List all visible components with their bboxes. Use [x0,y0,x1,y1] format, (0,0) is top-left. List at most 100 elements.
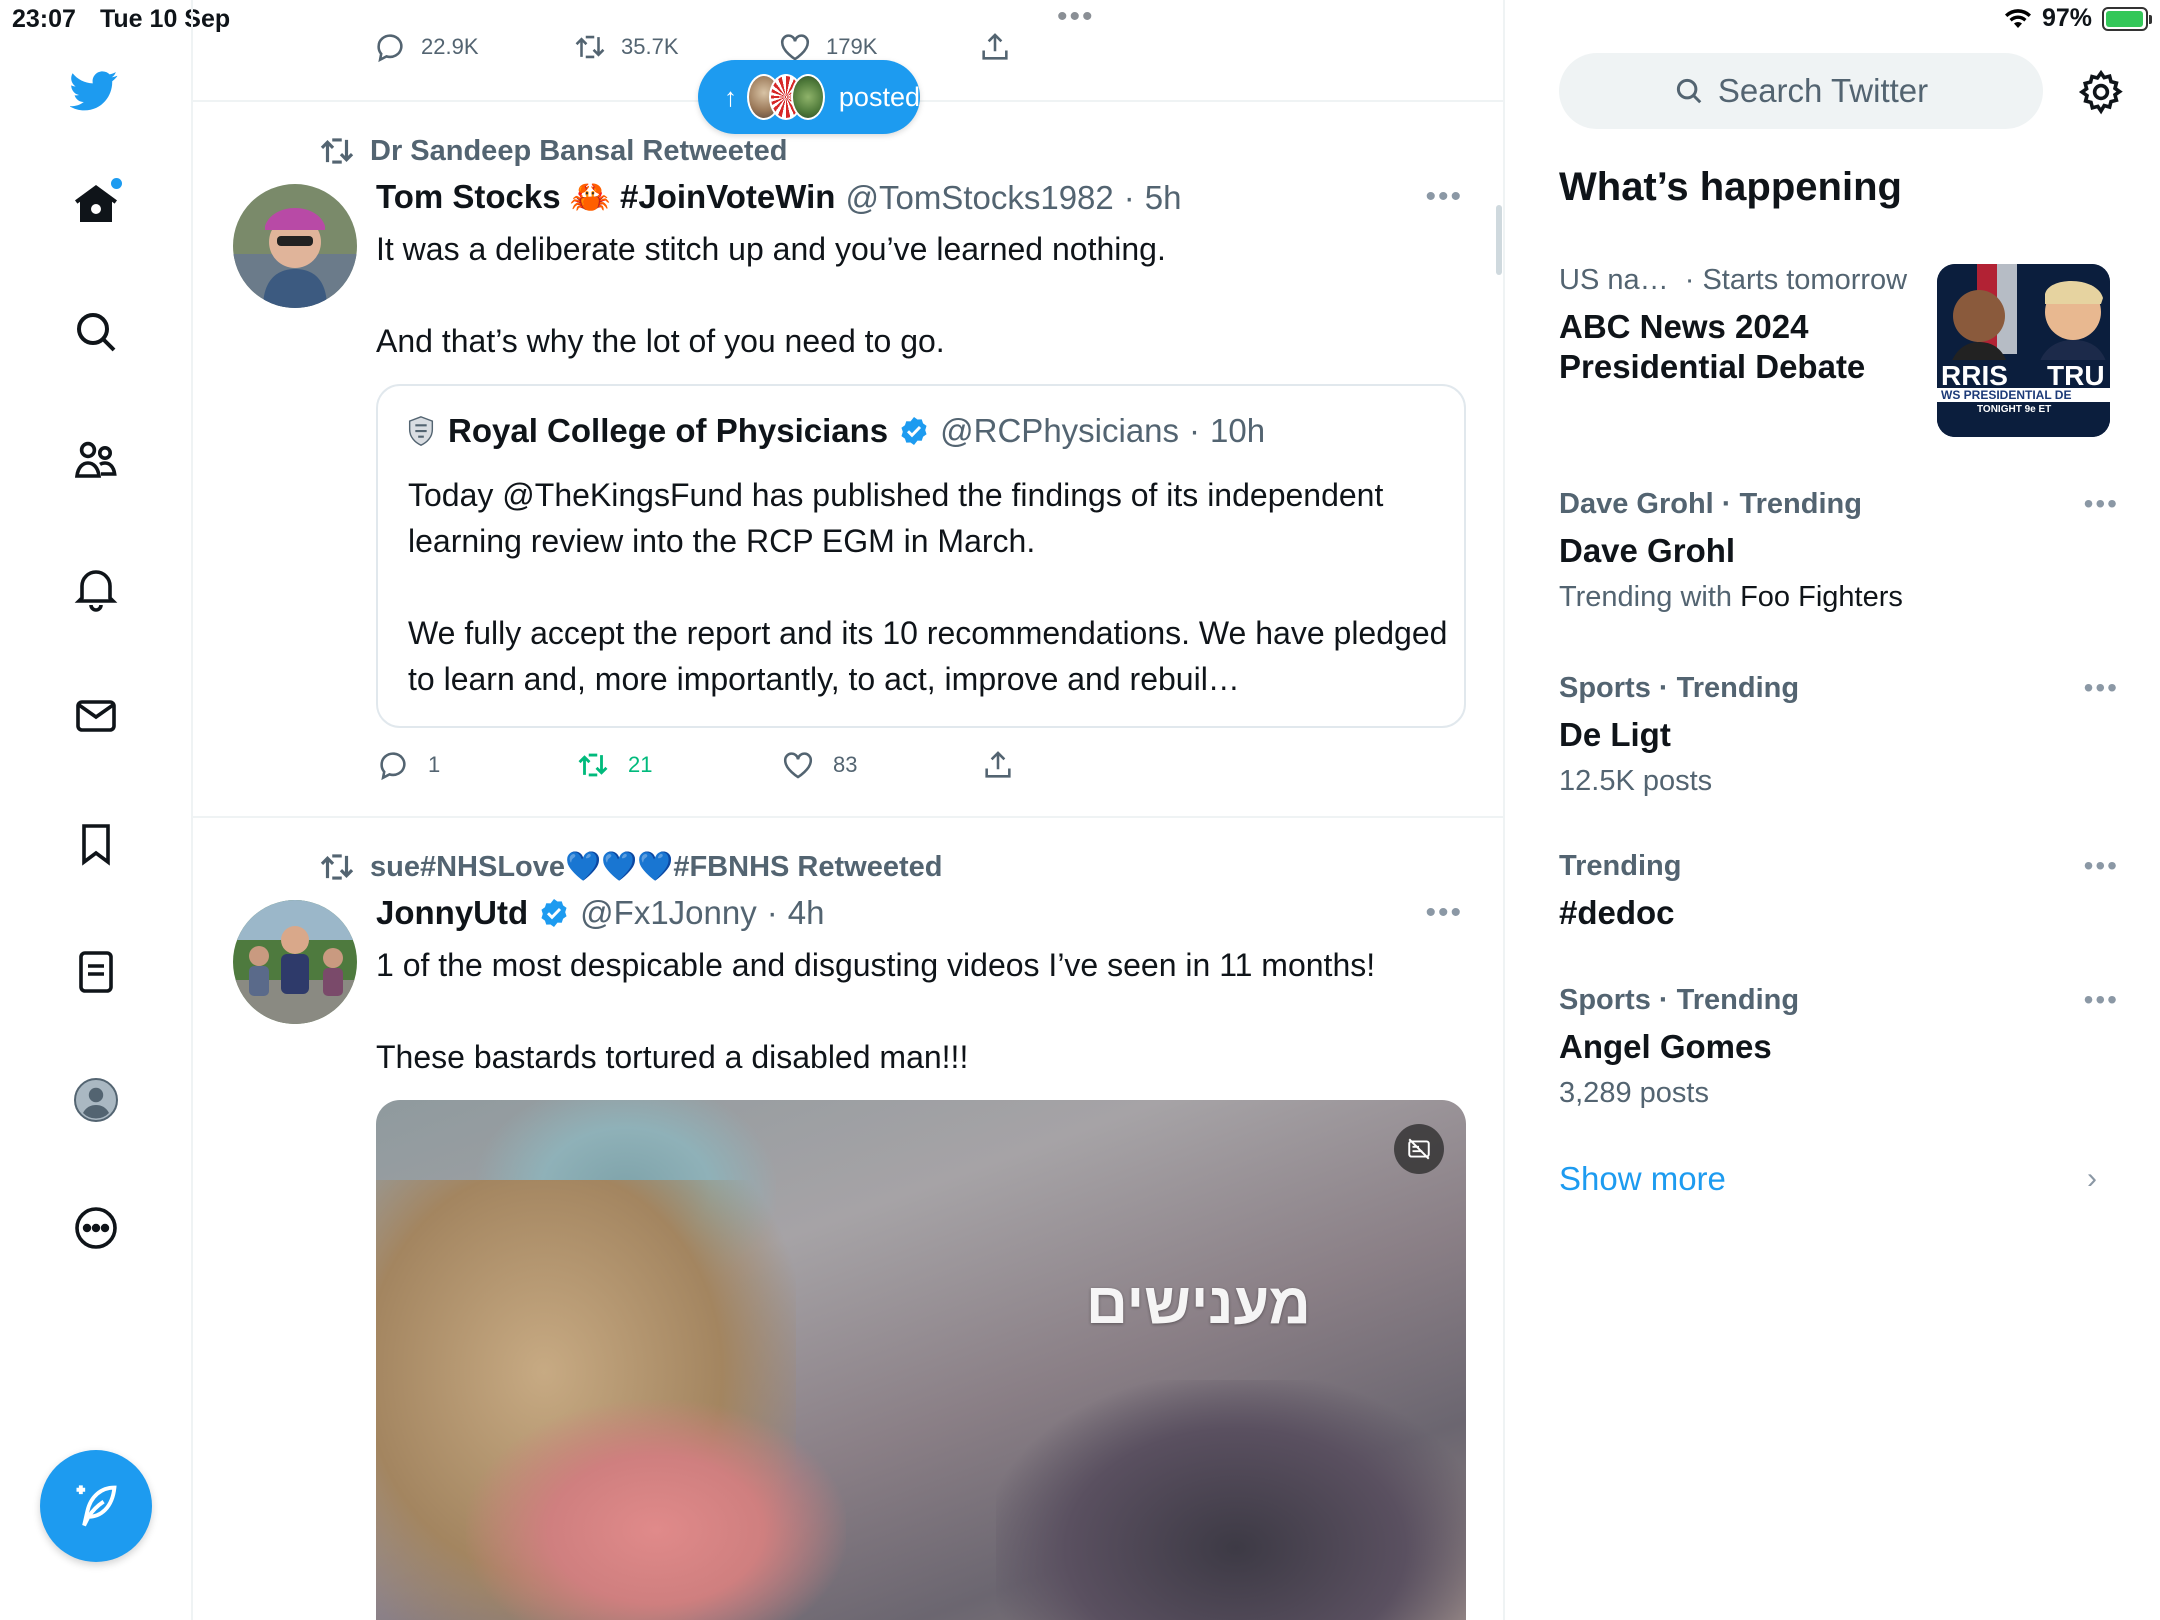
trend-title: #dedoc [1559,894,1675,931]
communities-icon[interactable] [68,432,124,488]
compose-feather-icon [76,1485,117,1527]
tweet-more-icon[interactable]: ••• [1425,896,1463,930]
new-posts-label: posted [838,81,920,112]
tweet-video[interactable]: מענישים [376,1100,1466,1620]
reply-icon [377,34,403,63]
verified-badge-icon [541,899,567,927]
trend-more-icon[interactable]: ••• [2084,850,2119,882]
quoted-tweet[interactable]: Royal College of Physicians @RCPhysician… [376,384,1466,728]
tweet-time[interactable]: 4h [788,894,825,932]
retweet-icon [578,753,608,777]
trend-meta: US na… [1559,264,1669,296]
trend-item[interactable]: Dave Grohl · Trending Dave Grohl Trendin… [1559,488,2119,614]
tweet-time[interactable]: 5h [1145,179,1182,217]
scrollbar-thumb[interactable] [1496,205,1502,275]
thumb-time-text: TONIGHT 9e ET [1977,404,2051,415]
bookmarks-icon[interactable] [68,816,124,872]
trend-thumbnail[interactable]: RRIS TRU WS PRESIDENTIAL DE TONIGHT 9e E… [1937,264,2110,437]
trend-more-icon[interactable]: ••• [2084,672,2119,704]
quote-time: 10h [1210,412,1266,449]
left-navigation [0,0,193,1620]
settings-gear-icon[interactable] [2077,68,2125,116]
trend-item[interactable]: Sports · Trending De Ligt 12.5K posts ••… [1559,672,2119,798]
thumb-banner-text: WS PRESIDENTIAL DE [1941,388,2071,402]
retweet-icon [575,35,605,59]
retweet-count: 21 [628,752,653,777]
twitter-bird-icon[interactable] [66,62,122,118]
search-input[interactable]: Search Twitter [1559,53,2043,129]
home-notification-dot [111,178,122,189]
explore-search-icon[interactable] [68,304,124,360]
reply-button[interactable]: 1 [376,748,576,782]
thumb-text-right: TRU [2047,360,2105,391]
prev-tweet-actions: 22.9K 35.7K 179K [373,30,1012,64]
trend-item[interactable]: Trending #dedoc ••• [1559,850,2119,933]
share-button[interactable] [978,30,1012,64]
search-icon [1676,78,1702,104]
video-settings-icon[interactable] [1394,1124,1444,1174]
trend-meta: Trending [1559,850,1682,882]
trend-item[interactable]: Sports · Trending Angel Gomes 3,289 post… [1559,984,2119,1110]
trend-posts-count: 3,289 posts [1559,1077,1709,1109]
retweet-icon [320,854,354,880]
whats-happening-title: What’s happening [1559,165,1902,209]
trend-item[interactable]: US na… · Starts tomorrow ABC News 2024 P… [1559,264,1939,387]
home-icon[interactable] [68,176,124,232]
trend-more-icon[interactable]: ••• [2084,488,2119,520]
author-handle[interactable]: @TomStocks1982 [845,179,1113,217]
notifications-bell-icon[interactable] [68,560,124,616]
quote-author-handle: @RCPhysicians [940,412,1180,449]
retweet-button[interactable]: 21 [576,748,781,782]
thumb-text-left: RRIS [1941,360,2008,391]
like-button[interactable]: 179K [778,30,978,64]
trend-title: Dave Grohl [1559,532,1736,569]
trend-meta-time: · Starts tomorrow [1684,264,1908,296]
tweet-more-icon[interactable]: ••• [1425,180,1463,214]
share-icon [982,33,1008,60]
quote-author-name: Royal College of Physicians [448,412,889,449]
share-button[interactable] [981,748,1015,782]
verified-badge-icon [901,417,927,445]
avatar[interactable] [233,184,357,308]
tweet[interactable]: sue#NHSLove💙💙💙#FBNHS Retweeted JonnyUtd … [193,818,1503,1620]
author-name[interactable]: JonnyUtd [376,894,528,932]
tweet-actions: 1 21 83 [376,748,1015,782]
pill-avatar-3 [790,74,825,120]
retweeted-by-label: Dr Sandeep Bansal Retweeted [370,134,788,167]
retweeted-by: sue#NHSLove💙💙💙#FBNHS Retweeted [318,848,942,886]
retweeted-by: Dr Sandeep Bansal Retweeted [318,132,787,170]
trend-subtitle: Trending with [1559,581,1733,613]
trend-title: Angel Gomes [1559,1028,1772,1065]
reply-button[interactable]: 22.9K [373,30,573,64]
show-more-link[interactable]: Show more [1559,1160,1726,1198]
reply-count: 22.9K [421,34,479,59]
retweet-button[interactable]: 35.7K [573,30,778,64]
tweet[interactable]: Dr Sandeep Bansal Retweeted Tom Stocks 🦀… [193,102,1503,816]
messages-envelope-icon[interactable] [68,688,124,744]
quote-text: Today @TheKingsFund has published the fi… [408,477,1448,697]
timeline: 22.9K 35.7K 179K ↑ posted Dr Sandeep Ban… [193,0,1505,1620]
like-count: 179K [826,34,878,59]
more-options-icon[interactable] [68,1200,124,1256]
trend-title: ABC News 2024 Presidential Debate [1559,308,1866,385]
new-posts-pill[interactable]: ↑ posted [698,60,920,134]
arrow-up-icon: ↑ [724,81,737,112]
trend-more-icon[interactable]: ••• [2084,984,2119,1016]
rcp-crest-icon [408,416,434,446]
lists-icon[interactable] [68,944,124,1000]
heart-icon [780,34,810,61]
chevron-right-icon[interactable]: › [2087,1162,2097,1196]
retweet-icon [320,138,354,164]
share-icon [985,751,1011,778]
trend-related[interactable]: Foo Fighters [1740,581,1903,613]
author-handle[interactable]: @Fx1Jonny [580,894,757,932]
reply-icon [380,752,406,781]
avatar[interactable] [233,900,357,1024]
compose-tweet-button[interactable] [40,1450,152,1562]
profile-avatar-icon[interactable] [68,1072,124,1128]
author-name[interactable]: Tom Stocks 🦀 #JoinVoteWin [376,178,835,217]
trend-posts-count: 12.5K posts [1559,765,1713,797]
trend-meta: Dave Grohl · Trending [1559,488,1862,520]
right-sidebar: Search Twitter What’s happening US na… ·… [1507,0,2160,1620]
like-button[interactable]: 83 [781,748,981,782]
